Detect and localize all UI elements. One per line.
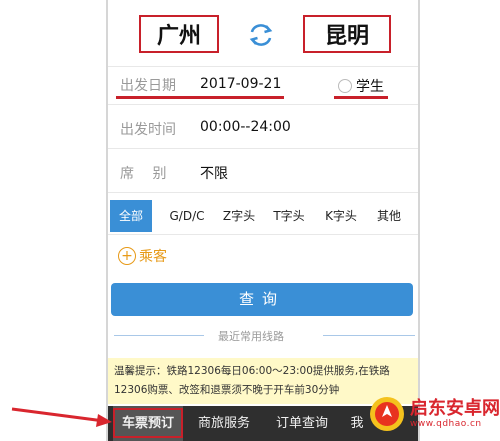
- divider: [108, 148, 418, 149]
- watermark-logo-icon: [370, 397, 404, 431]
- student-checkbox[interactable]: 学生: [338, 76, 384, 96]
- filter-all[interactable]: 全部: [110, 200, 152, 232]
- student-label: 学生: [356, 79, 384, 95]
- to-station-button[interactable]: 昆明: [303, 15, 391, 53]
- phone-edge-right: [418, 0, 420, 441]
- watermark-url: www.qdhao.cn: [410, 419, 482, 429]
- divider: [108, 192, 418, 193]
- from-station-button[interactable]: 广州: [139, 15, 219, 53]
- radio-circle-icon: [338, 79, 352, 93]
- divider: [108, 104, 418, 105]
- filter-other[interactable]: 其他: [370, 200, 408, 232]
- recent-routes-header: 最近常用线路: [108, 328, 418, 343]
- departure-time-label: 出发时间: [120, 122, 176, 138]
- add-passenger-button[interactable]: + 乘客: [118, 246, 167, 266]
- watermark: 启东安卓网 www.qdhao.cn: [368, 395, 500, 433]
- divider: [108, 66, 418, 67]
- swap-stations-icon[interactable]: [247, 22, 275, 48]
- train-type-filter: 全部 G/D/C Z字头 T字头 K字头 其他: [108, 200, 418, 232]
- divider: [323, 335, 415, 336]
- passenger-label: 乘客: [139, 249, 167, 265]
- departure-date-value[interactable]: 2017-09-21: [200, 76, 281, 92]
- date-highlight-underline: [116, 96, 284, 99]
- student-highlight-underline: [334, 96, 388, 99]
- seat-type-value[interactable]: 不限: [200, 163, 228, 183]
- filter-gdc[interactable]: G/D/C: [160, 200, 214, 232]
- watermark-name: 启东安卓网: [410, 398, 500, 419]
- nav-highlight-box: [113, 408, 183, 438]
- plus-circle-icon: +: [118, 247, 136, 265]
- nav-business-travel[interactable]: 商旅服务: [190, 406, 258, 441]
- nav-order-query[interactable]: 订单查询: [268, 406, 336, 441]
- query-button[interactable]: 查询: [111, 283, 413, 316]
- filter-z[interactable]: Z字头: [216, 200, 262, 232]
- notice-line-1: 温馨提示：铁路12306每日06:00～23:00提供服务,在铁路: [114, 365, 390, 377]
- filter-k[interactable]: K字头: [318, 200, 364, 232]
- seat-type-label: 席 别: [120, 166, 167, 182]
- departure-time-value[interactable]: 00:00--24:00: [200, 119, 291, 135]
- filter-t[interactable]: T字头: [266, 200, 312, 232]
- ticket-booking-screen: 广州 昆明 出发日期 2017-09-21 学生 出发时间 00:00--24:…: [108, 0, 418, 441]
- recent-routes-label: 最近常用线路: [218, 330, 284, 343]
- divider: [114, 335, 204, 336]
- departure-date-label: 出发日期: [120, 78, 176, 94]
- red-pointer-arrow-icon: [11, 407, 112, 427]
- divider: [108, 234, 418, 235]
